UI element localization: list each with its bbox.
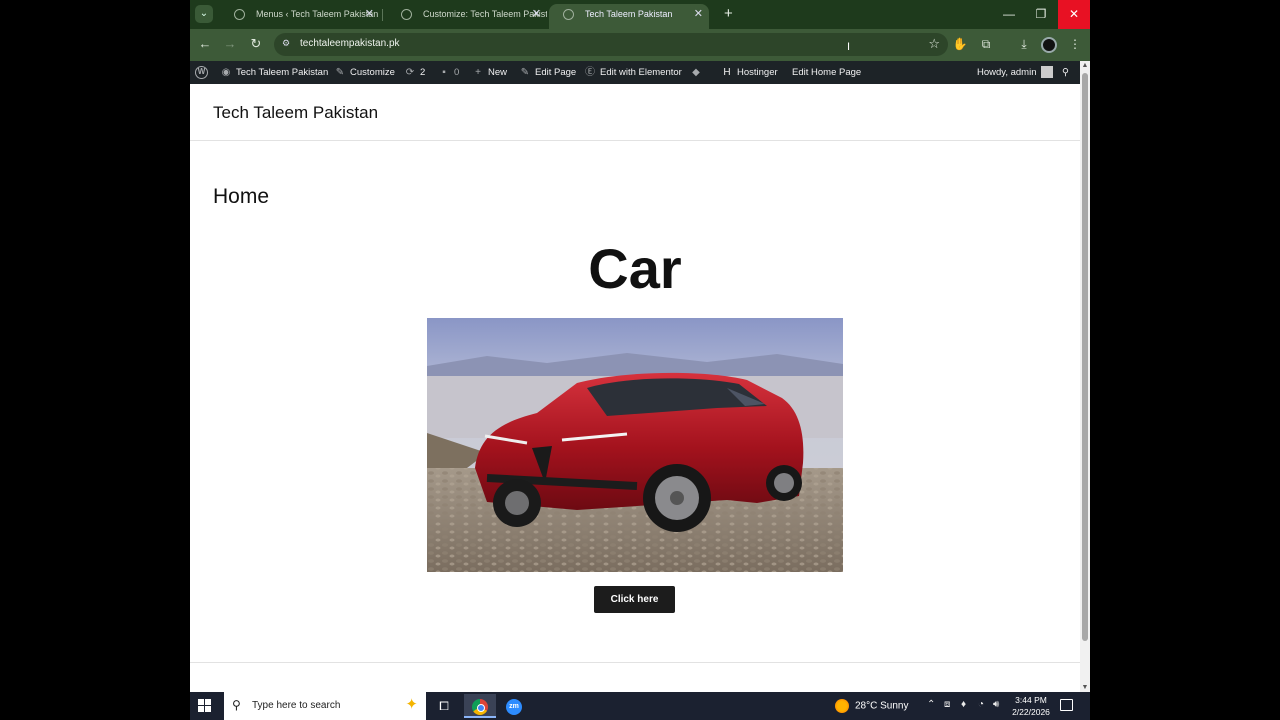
scrollbar-thumb[interactable] xyxy=(1082,73,1088,641)
plus-icon: + xyxy=(475,67,481,78)
bookmark-star-icon[interactable]: ☆ xyxy=(928,36,940,52)
notification-icon[interactable] xyxy=(1060,699,1073,711)
microphone-icon[interactable]: ♦ xyxy=(961,699,966,710)
footer-divider xyxy=(190,662,1080,663)
clock-date: 2/22/2026 xyxy=(1012,707,1050,717)
tab-customize[interactable]: Customize: Tech Taleem Pakista ✕ xyxy=(387,4,547,29)
tab-title: Tech Taleem Pakistan xyxy=(585,9,673,19)
admin-bar-hostinger[interactable]: H Hostinger xyxy=(721,61,778,84)
reload-icon[interactable]: ↻ xyxy=(247,36,265,52)
sun-icon xyxy=(835,699,849,713)
elementor-icon: Ⓔ xyxy=(585,67,595,78)
admin-bar-comments[interactable]: ▪ 0 xyxy=(438,61,459,84)
search-icon: ⚲ xyxy=(232,698,241,712)
admin-bar-edit-page[interactable]: ✎ Edit Page xyxy=(519,61,576,84)
user-avatar xyxy=(1040,66,1053,79)
text-cursor-icon: I xyxy=(847,41,851,53)
search-placeholder: Type here to search xyxy=(252,700,341,711)
admin-bar-diamond[interactable]: ◆ xyxy=(690,61,706,84)
restore-icon[interactable]: ❐ xyxy=(1025,0,1057,29)
new-tab-icon[interactable]: + xyxy=(724,5,733,23)
site-name-label: Tech Taleem Pakistan xyxy=(236,67,329,78)
new-label: New xyxy=(488,67,508,78)
profile-avatar-icon[interactable] xyxy=(1041,37,1057,53)
taskbar-search[interactable]: ⚲ Type here to search ✦ xyxy=(224,692,426,720)
close-tab-icon[interactable]: ✕ xyxy=(532,4,541,25)
extension-puzzle-icon[interactable]: ✋ xyxy=(951,37,969,51)
admin-bar-customize[interactable]: ✎ Customize xyxy=(334,61,395,84)
hostinger-icon: H xyxy=(723,67,731,78)
url-text: techtaleempakistan.pk xyxy=(300,38,400,49)
clock-time: 3:44 PM xyxy=(1015,695,1047,705)
admin-bar-site-name[interactable]: ◉ Tech Taleem Pakistan xyxy=(220,61,329,84)
tab-strip: ⌄ Menus ‹ Tech Taleem Pakistan — ✕ Custo… xyxy=(190,0,1090,29)
windows-start-icon[interactable] xyxy=(198,699,212,713)
hostinger-label: Hostinger xyxy=(737,67,778,78)
car-image xyxy=(427,318,843,572)
wp-admin-bar: W ◉ Tech Taleem Pakistan ✎ Customize ⟳ 2 ▪ 0… xyxy=(190,61,1080,84)
wordpress-favicon-icon xyxy=(234,9,245,20)
page-title: Home xyxy=(213,185,270,208)
back-icon[interactable]: ← xyxy=(196,36,214,51)
tab-search-button[interactable]: ⌄ xyxy=(195,5,213,23)
site-title[interactable]: Tech Taleem Pakistan xyxy=(213,103,378,123)
wordpress-logo-icon[interactable]: W xyxy=(195,66,208,79)
windows-taskbar: ⚲ Type here to search ✦ ⧠ zm 28°C Sunny … xyxy=(190,692,1090,720)
site-info-icon[interactable]: ⚙ xyxy=(282,38,294,50)
howdy-label: Howdy, admin xyxy=(977,67,1037,78)
chrome-taskbar-icon[interactable] xyxy=(464,694,496,718)
task-view-icon[interactable]: ⧠ xyxy=(428,694,460,718)
browser-window: ⌄ Menus ‹ Tech Taleem Pakistan — ✕ Custo… xyxy=(190,0,1090,692)
dashboard-icon: ◉ xyxy=(221,67,231,78)
weather-widget[interactable]: 28°C Sunny xyxy=(835,699,908,713)
click-here-button[interactable]: Click here xyxy=(594,586,675,613)
admin-bar-search-icon[interactable]: ⚲ xyxy=(1062,61,1069,84)
minimize-icon[interactable]: — xyxy=(993,0,1025,29)
comments-count: 0 xyxy=(454,67,460,78)
page-content: Tech Taleem Pakistan Home Car Click here xyxy=(190,84,1080,692)
admin-bar-edit-home[interactable]: Edit Home Page xyxy=(792,61,861,84)
close-tab-icon[interactable]: ✕ xyxy=(694,4,703,25)
tray-app-icon[interactable]: ⧈ xyxy=(944,699,950,710)
extensions-icon[interactable]: ⧉ xyxy=(977,37,995,52)
system-clock[interactable]: 3:44 PM 2/22/2026 xyxy=(1008,694,1054,718)
customize-label: Customize xyxy=(350,67,395,78)
tab-tech-taleem-pakistan[interactable]: Tech Taleem Pakistan ✕ xyxy=(549,4,709,29)
wifi-icon[interactable]: ◔ xyxy=(978,699,984,710)
globe-favicon-icon xyxy=(563,9,574,20)
copilot-sparkle-icon: ✦ xyxy=(405,696,418,713)
close-tab-icon[interactable]: ✕ xyxy=(365,4,374,25)
diamond-icon: ◆ xyxy=(692,67,700,78)
tray-chevron-icon[interactable]: ⌃ xyxy=(927,699,935,710)
updates-icon: ⟳ xyxy=(405,67,415,78)
close-window-icon[interactable]: ✕ xyxy=(1058,0,1090,29)
vertical-scrollbar[interactable]: ▲ ▼ xyxy=(1080,61,1090,692)
scroll-down-icon[interactable]: ▼ xyxy=(1081,684,1089,691)
header-divider xyxy=(190,140,1080,141)
volume-icon[interactable]: 🔊︎ xyxy=(993,699,999,710)
menu-kebab-icon[interactable]: ⋮ xyxy=(1066,37,1084,51)
admin-bar-edit-elementor[interactable]: Ⓔ Edit with Elementor xyxy=(584,61,682,84)
edit-page-label: Edit Page xyxy=(535,67,577,78)
car-heading: Car xyxy=(588,237,682,300)
wordpress-favicon-icon xyxy=(401,9,412,20)
download-icon[interactable]: ⤓ xyxy=(1015,37,1033,52)
pencil-icon: ✎ xyxy=(520,67,530,78)
zoom-taskbar-icon[interactable]: zm xyxy=(498,694,530,718)
paintbrush-icon: ✎ xyxy=(335,67,345,78)
tab-title: Menus ‹ Tech Taleem Pakistan — xyxy=(256,9,380,19)
updates-count: 2 xyxy=(420,67,426,78)
browser-toolbar: ← → ↻ ⚙ techtaleempakistan.pk ☆ ✋ ⧉ ⤓ ⋮ xyxy=(190,29,1090,61)
edit-home-label: Edit Home Page xyxy=(792,67,862,78)
admin-bar-updates[interactable]: ⟳ 2 xyxy=(404,61,426,84)
admin-bar-new[interactable]: + New xyxy=(472,61,507,84)
tab-menus[interactable]: Menus ‹ Tech Taleem Pakistan — ✕ xyxy=(220,4,380,29)
scroll-up-icon[interactable]: ▲ xyxy=(1081,62,1089,69)
tab-title: Customize: Tech Taleem Pakista xyxy=(423,9,547,19)
edit-elementor-label: Edit with Elementor xyxy=(600,67,682,78)
admin-bar-howdy[interactable]: Howdy, admin xyxy=(977,61,1053,84)
forward-icon[interactable]: → xyxy=(221,36,239,51)
weather-text: 28°C Sunny xyxy=(855,700,909,712)
comment-icon: ▪ xyxy=(442,67,446,78)
